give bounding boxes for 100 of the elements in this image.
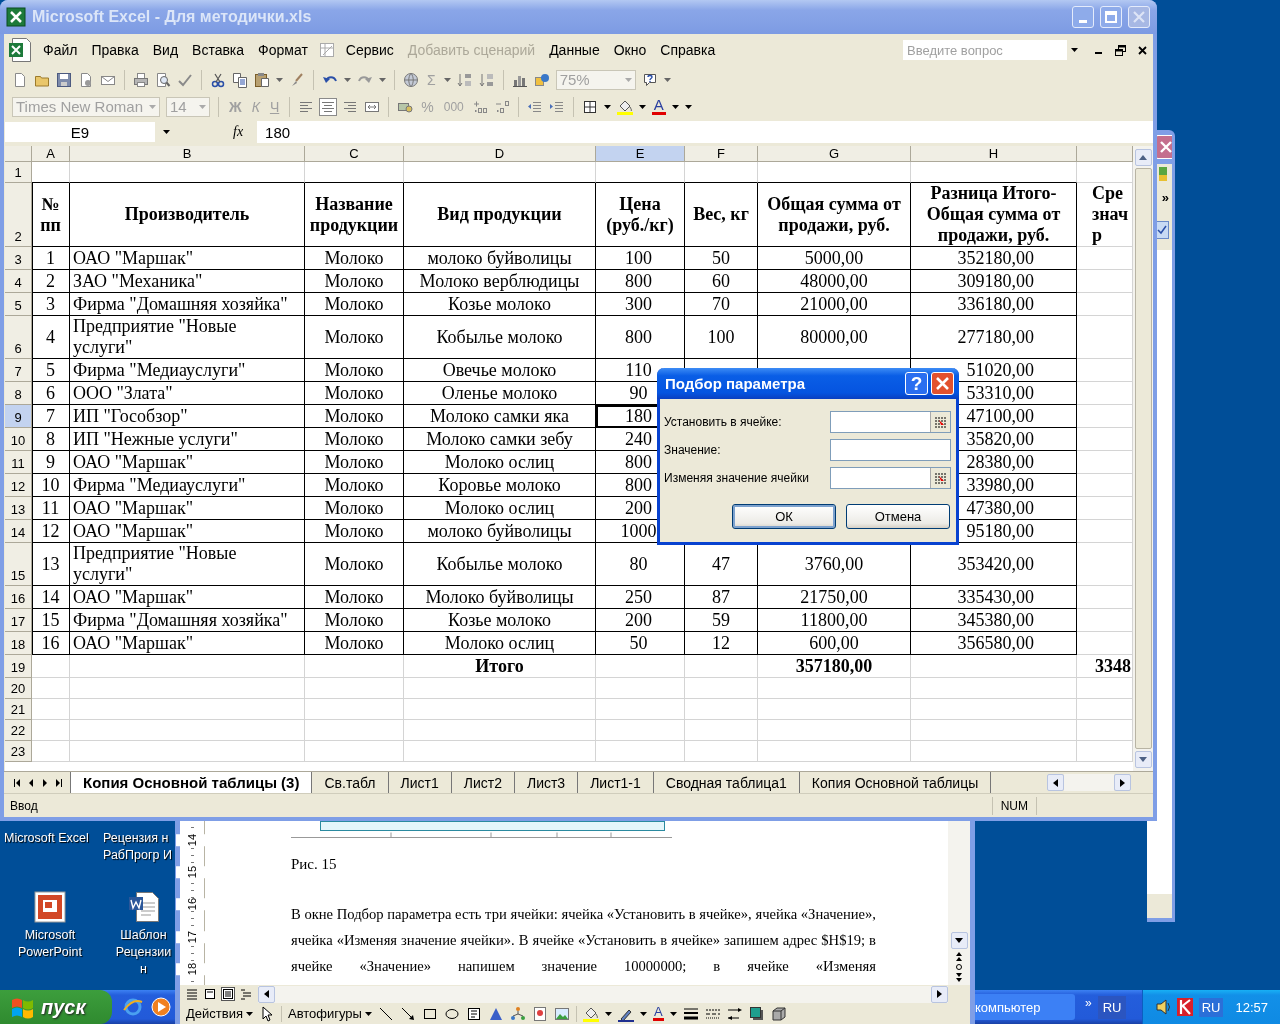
page-icon[interactable] xyxy=(12,71,28,88)
double-up-icon[interactable] xyxy=(956,952,962,961)
caret-icon[interactable] xyxy=(1070,48,1078,52)
language-indicator[interactable]: RU xyxy=(1198,997,1224,1017)
desktop-icon-label[interactable]: Рецензия н РабПрогр И xyxy=(103,830,175,864)
column-header[interactable]: H xyxy=(911,146,1077,162)
help-button[interactable]: ? xyxy=(905,372,928,395)
column-header[interactable]: G xyxy=(758,146,911,162)
row-header[interactable]: 7 xyxy=(5,359,32,382)
row-header[interactable]: 1 xyxy=(5,162,32,183)
column-header[interactable]: C xyxy=(305,146,404,162)
picture-icon[interactable] xyxy=(553,1005,570,1022)
copy-icon[interactable] xyxy=(232,71,248,88)
scroll-right-button[interactable] xyxy=(1114,774,1131,791)
row-header[interactable]: 3 xyxy=(5,247,32,270)
line-style-icon[interactable] xyxy=(682,1005,699,1022)
row-header[interactable]: 15 xyxy=(5,543,32,586)
skip-left-icon[interactable] xyxy=(14,778,20,787)
menu-item[interactable]: Правка xyxy=(84,42,146,58)
function-button[interactable]: fx xyxy=(233,124,244,140)
brush-icon[interactable] xyxy=(289,71,305,88)
menu-item[interactable]: Данные xyxy=(542,42,607,58)
fill-bucket-icon[interactable] xyxy=(582,1005,599,1022)
caret-icon[interactable] xyxy=(245,1011,253,1016)
row-header[interactable]: 10 xyxy=(5,428,32,451)
language-indicator[interactable]: RU xyxy=(1097,995,1127,1019)
input-field[interactable] xyxy=(830,439,951,461)
arrow-icon[interactable] xyxy=(399,1005,416,1022)
question-field[interactable]: Введите вопрос xyxy=(903,40,1067,60)
skip-right-icon[interactable] xyxy=(56,778,62,787)
menu-item[interactable]: Файл xyxy=(36,42,85,58)
actions-menu[interactable]: Действия xyxy=(186,1006,253,1021)
view-icon[interactable] xyxy=(204,988,216,1000)
desktop-icon-label[interactable]: Microsoft Excel xyxy=(4,830,89,847)
input-field[interactable] xyxy=(830,467,951,489)
desktop-icon-label[interactable]: Microsoft PowerPoint xyxy=(8,927,92,961)
dialog-button[interactable]: ОК xyxy=(732,504,836,529)
collapse-button[interactable] xyxy=(930,412,950,432)
start-button[interactable]: пуск xyxy=(0,990,112,1024)
decrease-decimal-icon[interactable] xyxy=(493,98,510,115)
printer-icon[interactable] xyxy=(133,71,149,88)
row-header[interactable]: 9 xyxy=(5,405,32,428)
scrollbar-thumb[interactable] xyxy=(1134,168,1152,749)
tray-app-icon[interactable] xyxy=(1176,998,1193,1016)
diagram-icon[interactable] xyxy=(509,1005,526,1022)
browser-icon[interactable] xyxy=(123,997,143,1017)
globe-icon[interactable] xyxy=(403,71,419,88)
spreadsheet-icon[interactable] xyxy=(8,37,32,63)
caret-icon[interactable] xyxy=(162,130,170,134)
borders-icon[interactable] xyxy=(581,98,598,115)
column-header[interactable]: D xyxy=(404,146,596,162)
scroll-right-button[interactable] xyxy=(931,985,948,1003)
column-header[interactable]: F xyxy=(685,146,758,162)
scroll-left-button[interactable] xyxy=(1047,774,1064,791)
scroll-up-button[interactable] xyxy=(1134,149,1152,166)
row-header[interactable]: 20 xyxy=(5,678,32,699)
document-icon[interactable] xyxy=(127,891,160,923)
document-icon[interactable] xyxy=(78,71,94,88)
align-center-icon[interactable] xyxy=(320,98,337,115)
caret-icon[interactable] xyxy=(603,104,611,109)
print-preview-icon[interactable] xyxy=(155,71,171,88)
view-icon[interactable] xyxy=(222,988,234,1000)
row-header[interactable]: 8 xyxy=(5,382,32,405)
row-header[interactable]: 12 xyxy=(5,474,32,497)
caret-icon[interactable] xyxy=(604,1011,612,1016)
taskbar-chevron[interactable]: » xyxy=(1085,996,1092,1010)
presentation-icon[interactable] xyxy=(34,891,66,923)
double-down-icon[interactable] xyxy=(956,973,962,982)
row-header[interactable]: 19 xyxy=(5,655,32,678)
desktop-icon-label[interactable]: Шаблон Рецензии н xyxy=(112,927,175,978)
row-header[interactable]: 13 xyxy=(5,497,32,520)
autoshapes-menu[interactable]: Автофигуры xyxy=(287,1006,372,1021)
scissors-icon[interactable] xyxy=(210,71,226,88)
cube-icon[interactable] xyxy=(770,1005,787,1022)
text-box-icon[interactable] xyxy=(465,1005,482,1022)
arrow-style-icon[interactable] xyxy=(726,1005,743,1022)
menu-item[interactable]: Вид xyxy=(145,42,186,58)
dialog-button[interactable]: Отмена xyxy=(846,504,950,529)
row-header[interactable]: 2 xyxy=(5,183,32,247)
scroll-left-button[interactable] xyxy=(258,985,275,1003)
toolbar-chevron[interactable]: » xyxy=(1161,189,1169,205)
triangle-left-icon[interactable] xyxy=(28,778,34,787)
row-header[interactable]: 5 xyxy=(5,293,32,316)
row-header[interactable]: 22 xyxy=(5,720,32,741)
shadow-icon[interactable] xyxy=(748,1005,765,1022)
menu-item[interactable]: Вставка xyxy=(185,42,252,58)
collapse-button[interactable] xyxy=(930,468,950,488)
dot-icon[interactable] xyxy=(956,964,962,970)
speaker-icon[interactable] xyxy=(1154,998,1171,1016)
row-header[interactable]: 11 xyxy=(5,451,32,474)
name-box[interactable]: E9 xyxy=(5,122,155,142)
triangle-right-icon[interactable] xyxy=(42,778,48,787)
caret-icon[interactable] xyxy=(638,104,646,109)
formula-field[interactable]: 180 xyxy=(257,121,1153,143)
column-header[interactable]: E xyxy=(596,146,685,162)
font-color-button[interactable]: A xyxy=(652,1006,664,1021)
menu-item[interactable]: Справка xyxy=(653,42,723,58)
row-header[interactable]: 4 xyxy=(5,270,32,293)
menu-item[interactable]: Сервис xyxy=(338,42,401,58)
fill-bucket-icon[interactable] xyxy=(616,98,633,115)
